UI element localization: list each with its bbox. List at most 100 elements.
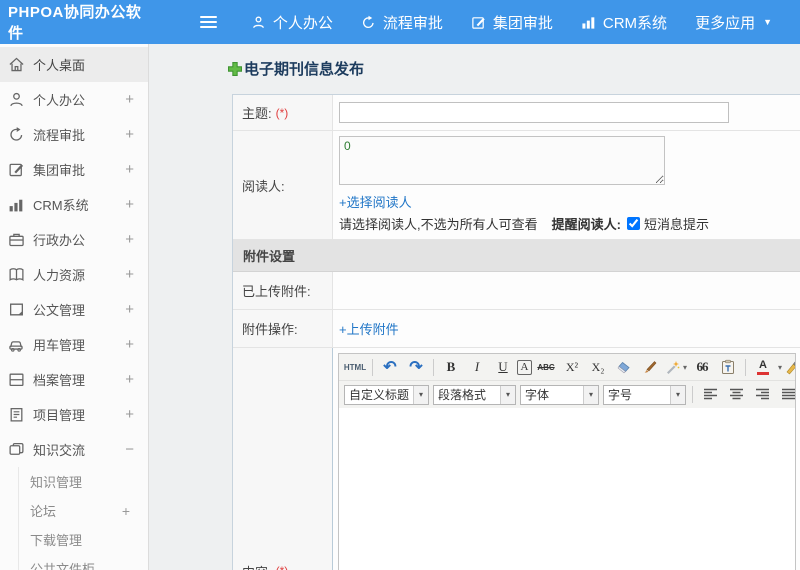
edit-icon xyxy=(471,15,486,30)
sidebar-item-label: 行政办公 xyxy=(33,233,86,248)
sidebar-item-vehicle-mgmt[interactable]: 用车管理 + xyxy=(0,327,148,362)
content-label: 内容: xyxy=(242,562,272,570)
select-value: 字体 xyxy=(525,388,550,402)
sidebar-item-label: CRM系统 xyxy=(33,198,89,213)
sidebar-item-archive-mgmt[interactable]: 档案管理 + xyxy=(0,362,148,397)
sms-notify-checkbox[interactable] xyxy=(626,217,640,230)
sidebar-item-group-approval[interactable]: 集团审批 + xyxy=(0,152,148,187)
sidebar-item-public-file-cabinet[interactable]: 公共文件柜 xyxy=(19,554,148,570)
editor-content-area[interactable] xyxy=(339,408,795,570)
required-mark: (*) xyxy=(275,105,289,120)
project-doc-icon xyxy=(8,406,25,423)
select-value: 自定义标题 xyxy=(349,388,410,402)
sidebar-item-document-mgmt[interactable]: 公文管理 + xyxy=(0,292,148,327)
sidebar-item-knowledge-exchange[interactable]: 知识交流 − xyxy=(0,432,148,467)
remind-readers-label: 提醒阅读人: xyxy=(551,217,621,232)
subject-label-cell: 主题: (*) xyxy=(233,95,333,130)
toolbar-divider xyxy=(692,386,693,403)
sidebar-item-personal-office[interactable]: 个人办公 + xyxy=(0,82,148,117)
toolbar-divider xyxy=(372,358,373,376)
workflow-icon xyxy=(8,126,25,143)
nav-crm-system[interactable]: CRM系统 xyxy=(581,12,667,33)
app-title: PHPOA协同办公软件 xyxy=(8,4,142,42)
sidebar-item-download-mgmt[interactable]: 下载管理 xyxy=(19,525,148,554)
expand-toggle[interactable]: + xyxy=(125,371,134,388)
select-readers-link[interactable]: +选择阅读人 xyxy=(339,192,800,211)
page-title-text: 电子期刊信息发布 xyxy=(244,61,365,78)
align-left-icon[interactable] xyxy=(698,384,722,406)
expand-toggle[interactable]: + xyxy=(125,126,134,143)
sidebar-item-knowledge-mgmt[interactable]: 知识管理 xyxy=(19,467,148,496)
sidebar-item-personal-desktop[interactable]: 个人桌面 xyxy=(0,47,148,82)
expand-toggle[interactable]: + xyxy=(125,91,134,108)
align-justify-icon[interactable] xyxy=(776,384,795,406)
expand-toggle[interactable]: + xyxy=(125,231,134,248)
readers-row: 阅读人: 0 +选择阅读人 请选择阅读人,不选为所有人可查看 提醒阅读人: 短消… xyxy=(233,131,800,240)
top-nav: 个人办公 流程审批 集团审批 CRM系统 更多应用 ▼ xyxy=(251,12,800,33)
format-painter-icon[interactable] xyxy=(638,356,662,378)
redo-button[interactable]: ↷ xyxy=(404,356,428,378)
attachment-operation-label: 附件操作: xyxy=(242,322,298,337)
sidebar-item-workflow-approval[interactable]: 流程审批 + xyxy=(0,117,148,152)
expand-toggle[interactable]: + xyxy=(125,161,134,178)
chevron-down-icon[interactable]: ▾ xyxy=(778,363,782,372)
upload-attachment-link[interactable]: +上传附件 xyxy=(339,319,399,338)
collapse-toggle[interactable]: − xyxy=(125,441,134,458)
align-right-icon[interactable] xyxy=(750,384,774,406)
nav-label: CRM系统 xyxy=(602,14,668,32)
sidebar-item-label: 公文管理 xyxy=(33,303,86,318)
editor-toolbar-row1: HTML ↶ ↷ B I U A ABC X² X₂ ▾ 66 A ▾ xyxy=(339,354,795,381)
expand-toggle[interactable]: + xyxy=(125,336,134,353)
italic-button[interactable]: I xyxy=(465,356,489,378)
heading-style-select[interactable]: 自定义标题 ▾ xyxy=(344,384,429,405)
uploaded-attachments-row: 已上传附件: xyxy=(233,272,800,310)
expand-toggle[interactable]: + xyxy=(122,503,130,519)
blockquote-button[interactable]: 66 xyxy=(690,356,714,378)
bold-button[interactable]: B xyxy=(439,356,463,378)
undo-button[interactable]: ↶ xyxy=(378,356,402,378)
user-icon xyxy=(8,91,25,108)
sidebar-item-admin-office[interactable]: 行政办公 + xyxy=(0,222,148,257)
expand-toggle[interactable]: + xyxy=(125,301,134,318)
nav-workflow-approval[interactable]: 流程审批 xyxy=(361,12,443,33)
sidebar-item-hr[interactable]: 人力资源 + xyxy=(0,257,148,292)
car-icon xyxy=(8,336,25,353)
font-family-select[interactable]: 字体 ▾ xyxy=(520,384,599,405)
paragraph-format-select[interactable]: 段落格式 ▾ xyxy=(433,384,516,405)
paste-plain-icon[interactable] xyxy=(716,356,740,378)
nav-group-approval[interactable]: 集团审批 xyxy=(471,12,553,33)
nav-more-apps[interactable]: 更多应用 ▼ xyxy=(695,12,772,33)
layers-icon xyxy=(8,441,25,458)
font-color-button[interactable]: A xyxy=(751,356,775,378)
superscript-button[interactable]: X² xyxy=(560,356,584,378)
nav-label: 更多应用 xyxy=(695,14,756,32)
auto-format-icon[interactable]: ▾ xyxy=(664,356,688,378)
nav-personal-office[interactable]: 个人办公 xyxy=(251,12,333,33)
strikethrough-button[interactable]: ABC xyxy=(534,356,558,378)
document-icon xyxy=(8,301,25,318)
green-plus-icon xyxy=(228,61,242,76)
expand-toggle[interactable]: + xyxy=(125,266,134,283)
expand-toggle[interactable]: + xyxy=(125,406,134,423)
font-name-button[interactable]: A xyxy=(517,359,532,375)
font-size-select[interactable]: 字号 ▾ xyxy=(603,384,686,405)
top-header: PHPOA协同办公软件 个人办公 流程审批 集团审批 CRM系统 更多应用 ▼ xyxy=(0,0,800,44)
source-code-button[interactable]: HTML xyxy=(343,356,367,378)
readers-textarea[interactable]: 0 xyxy=(339,136,665,185)
book-icon xyxy=(8,266,25,283)
sidebar-item-crm-system[interactable]: CRM系统 + xyxy=(0,187,148,222)
underline-button[interactable]: U xyxy=(491,356,515,378)
subject-row: 主题: (*) xyxy=(233,95,800,131)
hamburger-menu-icon[interactable] xyxy=(199,13,217,31)
subject-input[interactable] xyxy=(339,102,729,123)
attachment-operation-row: 附件操作: +上传附件 xyxy=(233,310,800,348)
align-center-icon[interactable] xyxy=(724,384,748,406)
eraser-icon[interactable] xyxy=(612,356,636,378)
highlight-color-icon[interactable]: ▾ xyxy=(783,356,795,378)
sidebar-item-project-mgmt[interactable]: 项目管理 + xyxy=(0,397,148,432)
sidebar-item-forum[interactable]: 论坛 + xyxy=(19,496,148,525)
readers-label-cell: 阅读人: xyxy=(233,131,333,239)
expand-toggle[interactable]: + xyxy=(125,196,134,213)
subscript-button[interactable]: X₂ xyxy=(586,356,610,378)
readers-hint-text: 请选择阅读人,不选为所有人可查看 xyxy=(339,217,538,232)
